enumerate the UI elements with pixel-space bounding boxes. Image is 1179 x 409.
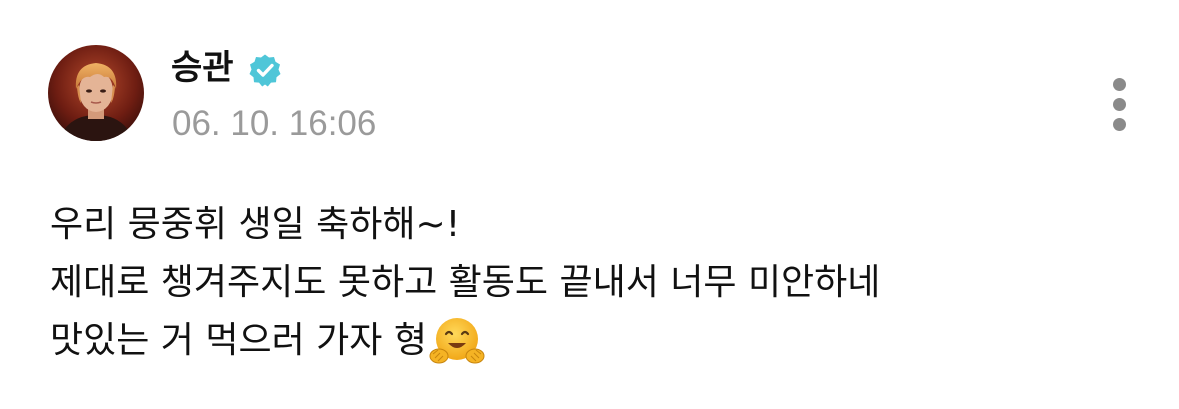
post-body-line-text: 맛있는 거 먹으러 가자 형 <box>50 320 427 361</box>
hugging-face-emoji-icon <box>429 318 485 364</box>
post-body: 우리 뭉중휘 생일 축하해~! 제대로 챙겨주지도 못하고 활동도 끝내서 너무… <box>50 196 1150 370</box>
post-body-line: 제대로 챙겨주지도 못하고 활동도 끝내서 너무 미안하네 <box>50 262 881 303</box>
post-body-line-last: 맛있는 거 먹으러 가자 형 <box>50 312 1150 370</box>
avatar-image <box>48 45 144 141</box>
more-options-button[interactable] <box>1100 66 1138 142</box>
post-body-line: 우리 뭉중휘 생일 축하해~! <box>50 204 461 245</box>
author-avatar[interactable] <box>48 45 144 141</box>
author-name[interactable]: 승관 <box>171 46 234 90</box>
verified-badge-icon <box>249 54 281 87</box>
post-card: 승관 06. 10. 16:06 우리 뭉중휘 생일 축하해~! 제대로 챙겨주… <box>0 0 1179 409</box>
post-timestamp: 06. 10. 16:06 <box>172 104 377 143</box>
more-vertical-icon-dot <box>1113 118 1126 131</box>
more-vertical-icon-dot <box>1113 78 1126 91</box>
more-vertical-icon-dot <box>1113 98 1126 111</box>
